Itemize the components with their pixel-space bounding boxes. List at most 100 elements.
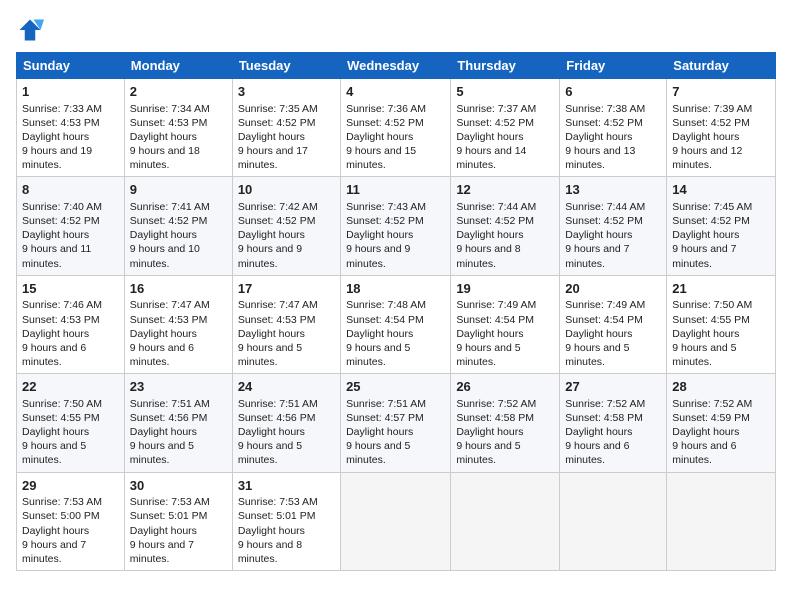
- daylight-value: 9 hours and 6 minutes.: [672, 440, 736, 466]
- calendar-table: SundayMondayTuesdayWednesdayThursdayFrid…: [16, 52, 776, 571]
- day-number: 23: [130, 378, 227, 396]
- sunrise-label: Sunrise: 7:37 AM: [456, 103, 536, 115]
- sunrise-label: Sunrise: 7:40 AM: [22, 201, 102, 213]
- day-number: 25: [346, 378, 445, 396]
- calendar-cell: [667, 472, 776, 570]
- sunrise-label: Sunrise: 7:51 AM: [346, 398, 426, 410]
- daylight-value: 9 hours and 5 minutes.: [130, 440, 194, 466]
- day-number: 7: [672, 83, 770, 101]
- day-number: 1: [22, 83, 119, 101]
- day-number: 5: [456, 83, 554, 101]
- calendar-cell: 16 Sunrise: 7:47 AM Sunset: 4:53 PM Dayl…: [124, 275, 232, 373]
- day-number: 29: [22, 477, 119, 495]
- daylight-label: Daylight hours: [130, 229, 197, 241]
- sunrise-label: Sunrise: 7:47 AM: [238, 299, 318, 311]
- daylight-label: Daylight hours: [565, 229, 632, 241]
- daylight-label: Daylight hours: [130, 131, 197, 143]
- daylight-value: 9 hours and 5 minutes.: [238, 342, 302, 368]
- daylight-label: Daylight hours: [130, 426, 197, 438]
- sunrise-label: Sunrise: 7:52 AM: [672, 398, 752, 410]
- calendar-cell: 12 Sunrise: 7:44 AM Sunset: 4:52 PM Dayl…: [451, 177, 560, 275]
- logo-icon: [16, 16, 44, 44]
- sunset-label: Sunset: 4:54 PM: [565, 314, 643, 326]
- day-number: 22: [22, 378, 119, 396]
- daylight-label: Daylight hours: [238, 229, 305, 241]
- calendar-cell: 9 Sunrise: 7:41 AM Sunset: 4:52 PM Dayli…: [124, 177, 232, 275]
- day-number: 8: [22, 181, 119, 199]
- calendar-cell: 13 Sunrise: 7:44 AM Sunset: 4:52 PM Dayl…: [560, 177, 667, 275]
- sunrise-label: Sunrise: 7:44 AM: [456, 201, 536, 213]
- sunrise-label: Sunrise: 7:34 AM: [130, 103, 210, 115]
- calendar-cell: 17 Sunrise: 7:47 AM Sunset: 4:53 PM Dayl…: [232, 275, 340, 373]
- day-number: 2: [130, 83, 227, 101]
- daylight-label: Daylight hours: [22, 131, 89, 143]
- daylight-label: Daylight hours: [22, 525, 89, 537]
- sunset-label: Sunset: 4:58 PM: [456, 412, 534, 424]
- sunset-label: Sunset: 4:53 PM: [22, 314, 100, 326]
- daylight-label: Daylight hours: [565, 426, 632, 438]
- sunset-label: Sunset: 4:52 PM: [130, 215, 208, 227]
- day-number: 18: [346, 280, 445, 298]
- calendar-week-row: 29 Sunrise: 7:53 AM Sunset: 5:00 PM Dayl…: [17, 472, 776, 570]
- calendar-cell: 11 Sunrise: 7:43 AM Sunset: 4:52 PM Dayl…: [341, 177, 451, 275]
- day-number: 9: [130, 181, 227, 199]
- daylight-value: 9 hours and 13 minutes.: [565, 145, 635, 171]
- daylight-value: 9 hours and 5 minutes.: [456, 440, 520, 466]
- sunrise-label: Sunrise: 7:53 AM: [238, 496, 318, 508]
- daylight-label: Daylight hours: [238, 426, 305, 438]
- header: [16, 16, 776, 44]
- daylight-label: Daylight hours: [456, 328, 523, 340]
- daylight-value: 9 hours and 8 minutes.: [456, 243, 520, 269]
- daylight-value: 9 hours and 5 minutes.: [565, 342, 629, 368]
- calendar-cell: 20 Sunrise: 7:49 AM Sunset: 4:54 PM Dayl…: [560, 275, 667, 373]
- sunset-label: Sunset: 4:54 PM: [346, 314, 424, 326]
- daylight-label: Daylight hours: [346, 229, 413, 241]
- daylight-value: 9 hours and 6 minutes.: [130, 342, 194, 368]
- sunrise-label: Sunrise: 7:50 AM: [672, 299, 752, 311]
- weekday-header: Sunday: [17, 53, 125, 79]
- calendar-cell: 21 Sunrise: 7:50 AM Sunset: 4:55 PM Dayl…: [667, 275, 776, 373]
- sunrise-label: Sunrise: 7:44 AM: [565, 201, 645, 213]
- calendar-week-row: 15 Sunrise: 7:46 AM Sunset: 4:53 PM Dayl…: [17, 275, 776, 373]
- calendar-cell: 28 Sunrise: 7:52 AM Sunset: 4:59 PM Dayl…: [667, 374, 776, 472]
- day-number: 26: [456, 378, 554, 396]
- sunset-label: Sunset: 5:00 PM: [22, 510, 100, 522]
- daylight-value: 9 hours and 18 minutes.: [130, 145, 200, 171]
- daylight-value: 9 hours and 7 minutes.: [672, 243, 736, 269]
- sunset-label: Sunset: 4:53 PM: [238, 314, 316, 326]
- day-number: 14: [672, 181, 770, 199]
- sunrise-label: Sunrise: 7:33 AM: [22, 103, 102, 115]
- calendar-cell: [341, 472, 451, 570]
- calendar-cell: 18 Sunrise: 7:48 AM Sunset: 4:54 PM Dayl…: [341, 275, 451, 373]
- day-number: 27: [565, 378, 661, 396]
- sunrise-label: Sunrise: 7:41 AM: [130, 201, 210, 213]
- daylight-label: Daylight hours: [456, 131, 523, 143]
- daylight-value: 9 hours and 5 minutes.: [456, 342, 520, 368]
- calendar-cell: 15 Sunrise: 7:46 AM Sunset: 4:53 PM Dayl…: [17, 275, 125, 373]
- sunrise-label: Sunrise: 7:43 AM: [346, 201, 426, 213]
- sunset-label: Sunset: 4:55 PM: [22, 412, 100, 424]
- weekday-header: Saturday: [667, 53, 776, 79]
- daylight-label: Daylight hours: [22, 426, 89, 438]
- sunrise-label: Sunrise: 7:39 AM: [672, 103, 752, 115]
- sunset-label: Sunset: 5:01 PM: [130, 510, 208, 522]
- calendar-cell: 24 Sunrise: 7:51 AM Sunset: 4:56 PM Dayl…: [232, 374, 340, 472]
- calendar-cell: 14 Sunrise: 7:45 AM Sunset: 4:52 PM Dayl…: [667, 177, 776, 275]
- daylight-value: 9 hours and 7 minutes.: [565, 243, 629, 269]
- calendar-week-row: 1 Sunrise: 7:33 AM Sunset: 4:53 PM Dayli…: [17, 79, 776, 177]
- sunrise-label: Sunrise: 7:42 AM: [238, 201, 318, 213]
- daylight-value: 9 hours and 17 minutes.: [238, 145, 308, 171]
- sunset-label: Sunset: 4:56 PM: [130, 412, 208, 424]
- daylight-label: Daylight hours: [22, 229, 89, 241]
- day-number: 21: [672, 280, 770, 298]
- calendar-cell: 1 Sunrise: 7:33 AM Sunset: 4:53 PM Dayli…: [17, 79, 125, 177]
- sunset-label: Sunset: 4:57 PM: [346, 412, 424, 424]
- weekday-header: Tuesday: [232, 53, 340, 79]
- sunset-label: Sunset: 4:52 PM: [565, 215, 643, 227]
- sunset-label: Sunset: 4:58 PM: [565, 412, 643, 424]
- sunrise-label: Sunrise: 7:52 AM: [565, 398, 645, 410]
- sunrise-label: Sunrise: 7:47 AM: [130, 299, 210, 311]
- sunset-label: Sunset: 4:52 PM: [565, 117, 643, 129]
- calendar-cell: 27 Sunrise: 7:52 AM Sunset: 4:58 PM Dayl…: [560, 374, 667, 472]
- sunrise-label: Sunrise: 7:52 AM: [456, 398, 536, 410]
